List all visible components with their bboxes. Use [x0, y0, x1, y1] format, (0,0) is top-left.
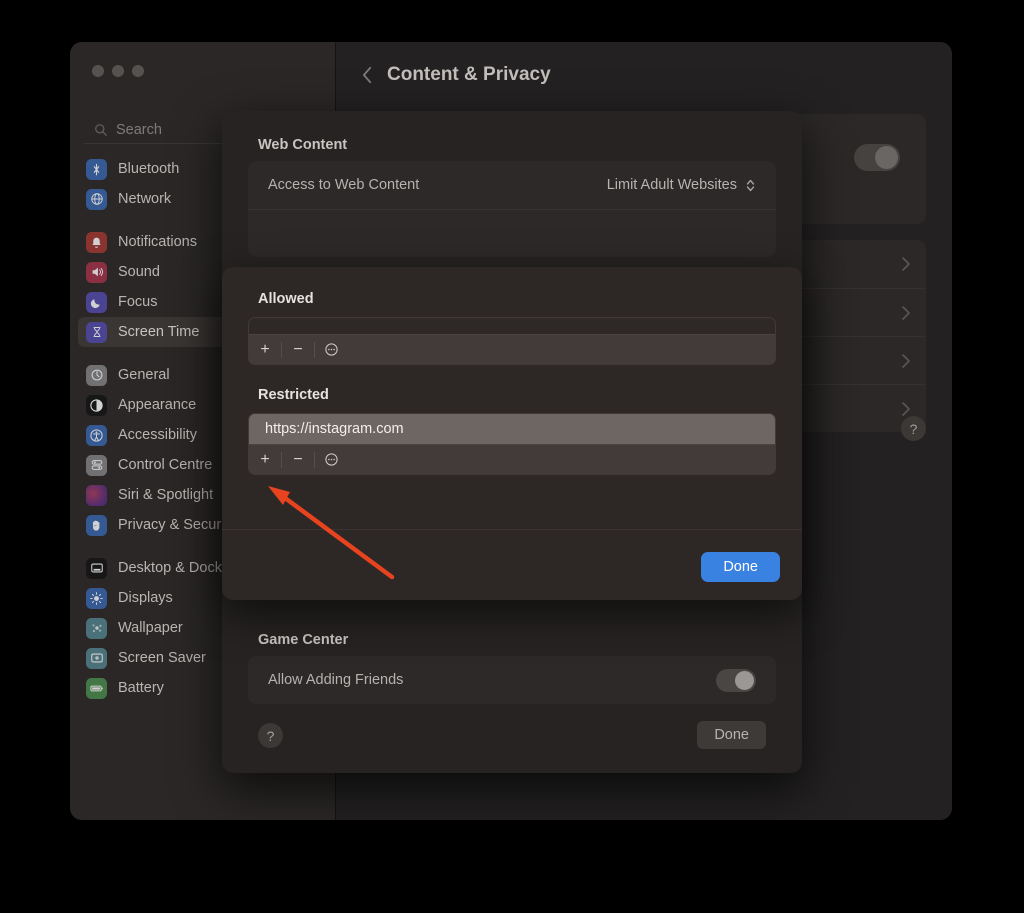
restricted-list-toolbar: + −: [249, 444, 775, 474]
allowed-restricted-modal: Allowed + − Restricted https://instagram…: [222, 267, 802, 600]
game-center-card: Allow Adding Friends: [248, 656, 776, 704]
chevron-right-icon: [902, 353, 910, 368]
help-button[interactable]: ?: [258, 723, 283, 748]
sidebar-item-label: Appearance: [118, 397, 197, 413]
wallpaper-icon: [86, 617, 107, 639]
allow-adding-friends-label: Allow Adding Friends: [268, 672, 404, 688]
sidebar-item-label: Wallpaper: [118, 620, 183, 636]
restricted-list-item[interactable]: https://instagram.com: [249, 414, 775, 444]
access-to-web-content-popup[interactable]: Limit Adult Websites: [607, 177, 756, 194]
toggle-knob: [875, 146, 898, 169]
web-content-spacer-row: [248, 209, 776, 257]
brightness-icon: [86, 587, 107, 609]
allowed-list-toolbar: + −: [249, 334, 775, 364]
siri-icon: [86, 484, 107, 506]
sidebar-item-label: Network: [118, 191, 172, 207]
sidebar-item-label: Bluetooth: [118, 161, 180, 177]
sidebar-item-label: Focus: [118, 294, 158, 310]
allowed-more-button[interactable]: [315, 335, 347, 365]
sidebar-item-label: Notifications: [118, 234, 197, 250]
chevron-left-icon[interactable]: [362, 66, 373, 84]
chevron-right-icon: [902, 305, 910, 320]
bell-icon: [86, 231, 107, 253]
restricted-list-box: https://instagram.com + −: [248, 413, 776, 475]
content-privacy-toggle[interactable]: [854, 144, 900, 171]
chevron-right-icon: [902, 257, 910, 271]
modal-divider: [222, 529, 802, 530]
sidebar-item-label: Privacy & Security: [118, 517, 236, 533]
dock-icon: [86, 557, 107, 579]
hourglass-icon: [86, 321, 107, 343]
web-content-section-title: Web Content: [258, 137, 348, 153]
chevron-up-down-icon: [746, 179, 755, 191]
sidebar-item-label: Desktop & Dock: [118, 560, 222, 576]
accessibility-icon: [86, 424, 107, 446]
hand-icon: [86, 514, 107, 536]
bluetooth-icon: [86, 158, 107, 180]
sidebar-item-label: Screen Saver: [118, 650, 206, 666]
restricted-block: Restricted https://instagram.com + −: [222, 365, 802, 475]
zoom-button[interactable]: [132, 65, 144, 77]
speaker-icon: [86, 261, 107, 283]
game-center-block: Game Center Allow Adding Friends: [222, 606, 802, 704]
sidebar-item-label: Battery: [118, 680, 164, 696]
allowed-list-area[interactable]: [249, 318, 775, 334]
popup-selected-value: Limit Adult Websites: [606, 177, 737, 193]
globe-icon: [86, 188, 107, 210]
sidebar-item-label: Siri & Spotlight: [118, 487, 214, 503]
game-center-section-title: Game Center: [258, 632, 349, 648]
page-title: Content & Privacy: [387, 64, 551, 85]
sidebar-item-label: Accessibility: [118, 427, 197, 443]
allowed-list-box: + −: [248, 317, 776, 365]
restricted-section-title: Restricted: [258, 387, 329, 403]
window-traffic-lights: [92, 65, 144, 77]
pane-header: Content & Privacy: [336, 42, 952, 108]
access-to-web-content-label: Access to Web Content: [268, 177, 420, 193]
help-button[interactable]: ?: [901, 416, 926, 441]
search-icon: [95, 123, 107, 136]
circle-ellipsis-icon: [324, 343, 338, 356]
allowed-remove-button[interactable]: −: [282, 335, 314, 365]
contrast-icon: [86, 394, 107, 416]
close-button[interactable]: [92, 65, 104, 77]
allowed-add-button[interactable]: +: [249, 335, 281, 365]
minimize-button[interactable]: [112, 65, 124, 77]
restricted-add-button[interactable]: +: [249, 445, 281, 475]
access-to-web-content-row: Access to Web Content Limit Adult Websit…: [248, 161, 776, 209]
web-content-card: Access to Web Content Limit Adult Websit…: [248, 161, 776, 257]
gear-icon: [86, 364, 107, 386]
allowed-section-title: Allowed: [258, 291, 314, 307]
sidebar-item-label: Control Centre: [118, 457, 213, 473]
sheet-footer: ? Done: [222, 701, 802, 773]
moon-icon: [86, 291, 107, 313]
restricted-more-button[interactable]: [315, 445, 347, 475]
screen: Search Bluetooth Network Notifications S…: [0, 0, 1024, 913]
search-placeholder: Search: [116, 121, 162, 138]
allow-adding-friends-toggle[interactable]: [716, 668, 756, 692]
battery-icon: [86, 677, 107, 699]
allow-adding-friends-row: Allow Adding Friends: [248, 656, 776, 704]
circle-ellipsis-icon: [324, 453, 338, 466]
screensaver-icon: [86, 647, 107, 669]
sidebar-item-label: General: [118, 367, 170, 383]
modal-done-button[interactable]: Done: [701, 552, 780, 582]
restricted-remove-button[interactable]: −: [282, 445, 314, 475]
sidebar-item-label: Sound: [118, 264, 160, 280]
control-centre-icon: [86, 454, 107, 476]
sheet-done-button[interactable]: Done: [697, 721, 766, 749]
sidebar-item-label: Screen Time: [118, 324, 200, 340]
allowed-block: Allowed + −: [222, 267, 802, 365]
chevron-right-icon: [902, 401, 910, 416]
sidebar-item-label: Displays: [118, 590, 173, 606]
toggle-knob: [735, 670, 754, 690]
